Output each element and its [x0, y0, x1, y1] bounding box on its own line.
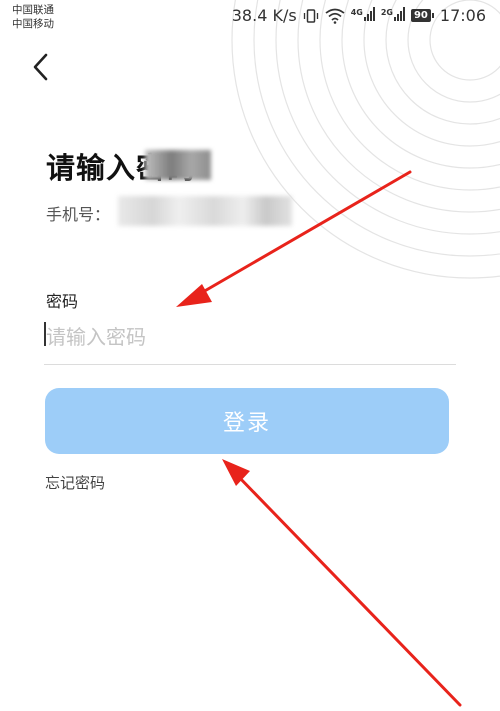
- wifi-icon: [325, 8, 345, 24]
- forgot-password-link[interactable]: 忘记密码: [45, 472, 105, 493]
- carrier-2: 中国移动: [12, 18, 54, 30]
- password-label: 密码: [46, 292, 79, 311]
- arrow-to-login-button: [222, 459, 462, 707]
- vibrate-icon: [303, 8, 318, 23]
- arrow-to-password-input: [176, 170, 412, 307]
- carrier-info: 中国联通 中国移动: [12, 3, 54, 31]
- sim1-signal-icon: 4G: [351, 6, 375, 25]
- password-input[interactable]: [44, 316, 456, 358]
- login-button[interactable]: 登录: [45, 388, 449, 454]
- phone-number-label: 手机号：: [46, 205, 111, 224]
- network-speed: 38.4 K/s: [231, 6, 297, 25]
- status-bar: 中国联通 中国移动 38.4 K/s 4G 2G 90 17:06: [0, 0, 500, 36]
- battery-icon: 90: [410, 9, 434, 22]
- sim2-signal-icon: 2G: [381, 6, 405, 25]
- text-cursor: [44, 322, 46, 346]
- clock: 17:06: [439, 6, 486, 25]
- sim1-network-type: 4G: [350, 7, 363, 17]
- title-redaction-blur: [145, 150, 211, 180]
- phone-number-redacted: [118, 196, 292, 226]
- password-input-underline: [44, 364, 456, 365]
- battery-level: 90: [410, 9, 431, 22]
- sim2-network-type: 2G: [380, 7, 393, 17]
- status-icons: 38.4 K/s 4G 2G 90 17:06: [232, 6, 486, 25]
- carrier-1: 中国联通: [12, 4, 54, 16]
- chevron-left-icon: [33, 53, 48, 81]
- back-button[interactable]: [26, 50, 56, 84]
